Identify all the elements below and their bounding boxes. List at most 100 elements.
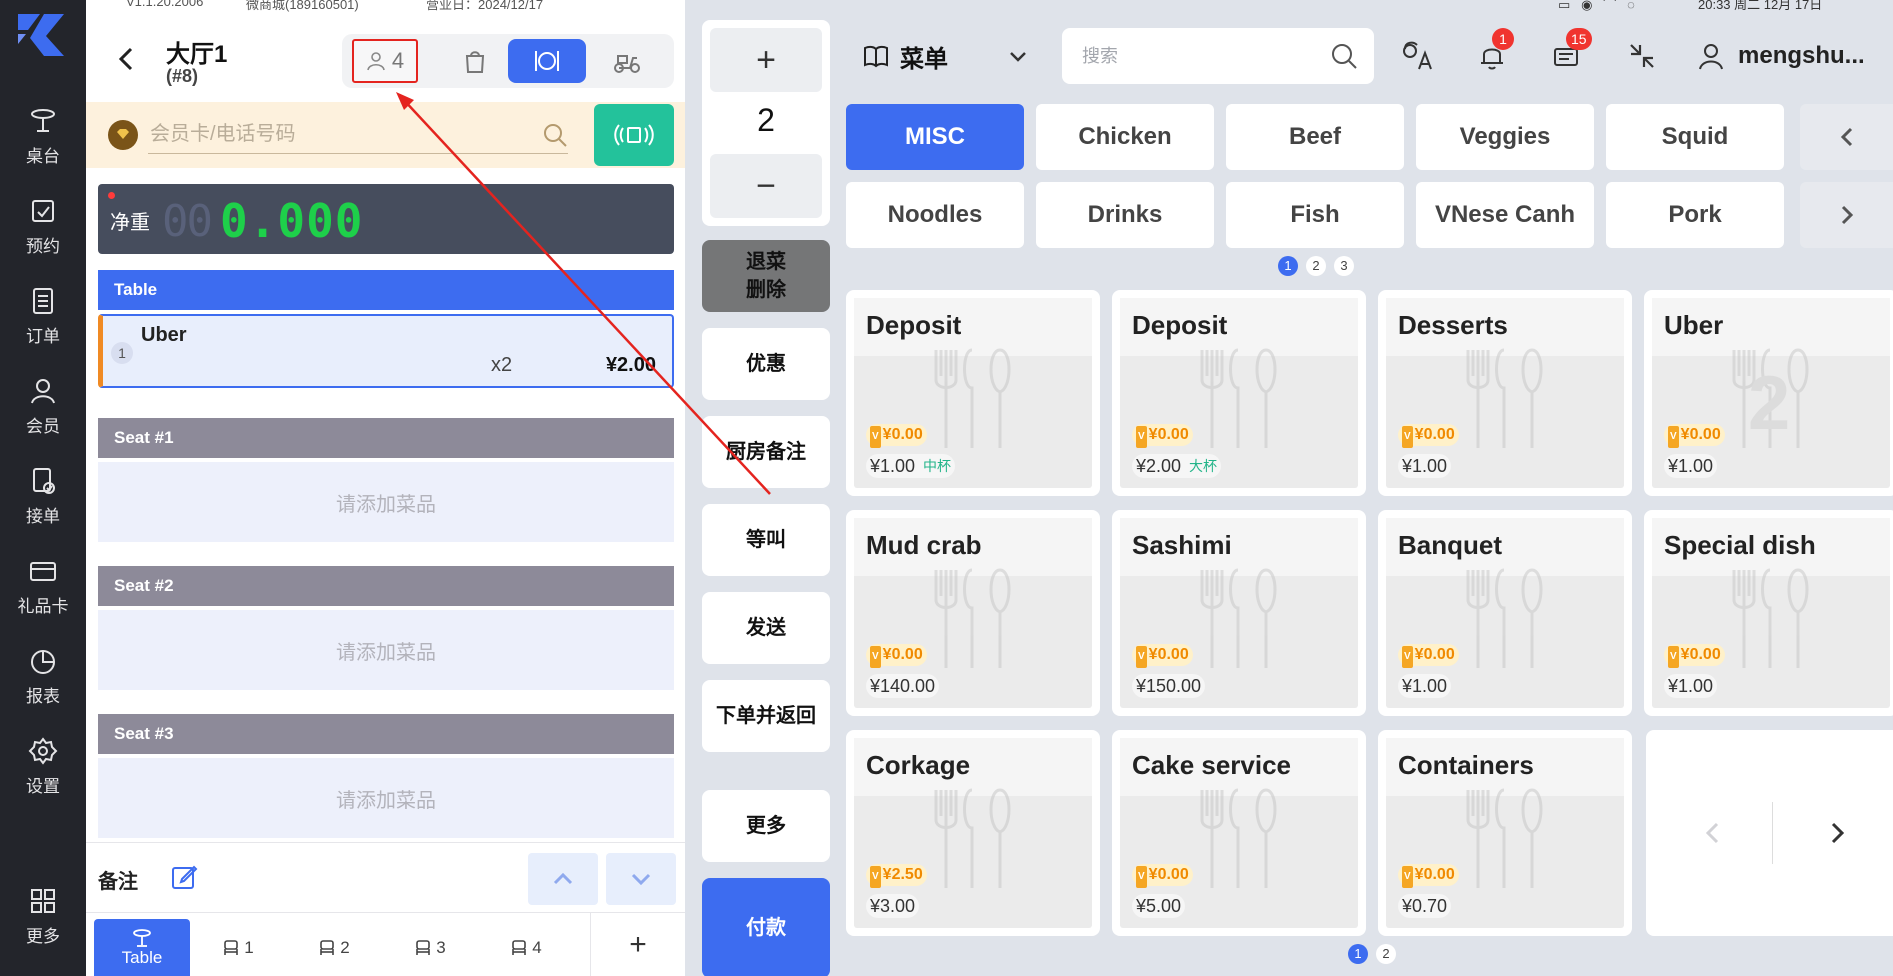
quantity-decrease-button[interactable]: − xyxy=(710,154,822,218)
delete-label: 删除 xyxy=(746,279,786,301)
category-pork[interactable]: Pork xyxy=(1606,182,1784,248)
seat-3-header[interactable]: Seat #3 xyxy=(98,714,674,754)
app-logo xyxy=(18,14,64,56)
dish-card[interactable]: Corkage V ¥2.50 ¥3.00 xyxy=(846,730,1100,936)
category-fish[interactable]: Fish xyxy=(1226,182,1404,248)
dish-page-dot[interactable]: 1 xyxy=(1348,944,1368,964)
gear-icon xyxy=(28,736,58,765)
member-card-phone-input[interactable] xyxy=(148,116,568,154)
category-veggies[interactable]: Veggies xyxy=(1416,104,1594,170)
quantity-increase-button[interactable]: + xyxy=(710,28,822,92)
category-misc[interactable]: MISC xyxy=(846,104,1024,170)
category-page-dot[interactable]: 2 xyxy=(1306,256,1326,276)
category-drinks[interactable]: Drinks xyxy=(1036,182,1214,248)
discount-button[interactable]: 优惠 xyxy=(702,328,830,400)
sidebar-item-gift-card[interactable]: 礼品卡 xyxy=(0,546,86,626)
dish-price: ¥1.00 中杯 xyxy=(866,454,956,478)
dish-page-dot[interactable]: 2 xyxy=(1376,944,1396,964)
seat-3-empty[interactable]: 请添加菜品 xyxy=(98,758,674,838)
kitchen-note-button[interactable]: 厨房备注 xyxy=(702,416,830,488)
category-beef[interactable]: Beef xyxy=(1226,104,1404,170)
sidebar-item-reservations[interactable]: 预约 xyxy=(0,186,86,266)
menu-selector[interactable]: 菜单 xyxy=(862,38,948,74)
delivery-mode-button[interactable] xyxy=(588,39,666,83)
sidebar-item-members[interactable]: 会员 xyxy=(0,366,86,446)
sidebar-item-reports[interactable]: 报表 xyxy=(0,636,86,716)
seat-tab-2[interactable]: 2 xyxy=(286,919,382,976)
ordered-count: 2 xyxy=(1748,361,1791,446)
seat-tab-3[interactable]: 3 xyxy=(382,919,478,976)
nfc-card-reader-button[interactable] xyxy=(594,104,674,166)
dish-name: Deposit xyxy=(1132,310,1228,340)
seat-tab-4[interactable]: 4 xyxy=(478,919,574,976)
more-button[interactable]: 更多 xyxy=(702,790,830,862)
edit-icon[interactable] xyxy=(170,863,198,891)
sidebar-item-orders[interactable]: 订单 xyxy=(0,276,86,356)
category-prev-button[interactable] xyxy=(1800,104,1893,170)
notifications-button[interactable]: 1 xyxy=(1472,28,1514,76)
sidebar-item-settings[interactable]: 设置 xyxy=(0,726,86,806)
order-and-return-button[interactable]: 下单并返回 xyxy=(702,680,830,752)
seat-chair-icon xyxy=(320,940,335,955)
category-page-dot[interactable]: 1 xyxy=(1278,256,1298,276)
seat-1-empty[interactable]: 请添加菜品 xyxy=(98,462,674,542)
chevron-down-icon[interactable] xyxy=(1006,44,1030,68)
category-page-dot[interactable]: 3 xyxy=(1334,256,1354,276)
dish-card[interactable]: Deposit V ¥0.00 ¥1.00 中杯 xyxy=(846,290,1100,496)
return-delete-button[interactable]: 退菜 删除 xyxy=(702,240,830,312)
dish-card[interactable]: Cake service V ¥0.00 ¥5.00 xyxy=(1112,730,1366,936)
vip-price-icon: V xyxy=(1668,646,1679,668)
seat-2-empty[interactable]: 请添加菜品 xyxy=(98,610,674,690)
order-line-item[interactable]: 1 Uber x2 ¥2.00 xyxy=(98,314,674,388)
dish-card[interactable]: Mud crab V ¥0.00 ¥140.00 xyxy=(846,510,1100,716)
sidebar-item-tables[interactable]: 桌台 xyxy=(0,96,86,176)
dish-name: Containers xyxy=(1398,750,1534,780)
dish-card[interactable]: Desserts V ¥0.00 ¥1.00 xyxy=(1378,290,1632,496)
dish-card[interactable]: Uber V ¥0.00 ¥1.00 2 xyxy=(1644,290,1893,496)
takeaway-mode-button[interactable] xyxy=(436,39,514,83)
add-seat-button[interactable]: + xyxy=(590,913,685,976)
table-section-header[interactable]: Table xyxy=(98,270,674,310)
category-vnese-canh[interactable]: VNese Canh xyxy=(1416,182,1594,248)
scale-display: 净重 00 0.000 xyxy=(98,184,674,254)
dish-name: Uber xyxy=(1664,310,1724,340)
scroll-up-button[interactable] xyxy=(528,853,598,905)
category-squid[interactable]: Squid xyxy=(1606,104,1784,170)
user-menu[interactable]: mengshu... xyxy=(1696,36,1865,76)
category-chicken[interactable]: Chicken xyxy=(1036,104,1214,170)
exit-fullscreen-button[interactable] xyxy=(1622,36,1662,76)
category-noodles[interactable]: Noodles xyxy=(846,182,1024,248)
seat-tab-table[interactable]: Table xyxy=(94,919,190,976)
back-arrow-icon[interactable] xyxy=(112,44,142,74)
member-price-value: ¥0.00 xyxy=(1414,866,1455,883)
dish-search-input[interactable] xyxy=(1082,40,1322,72)
dish-card[interactable]: Containers V ¥0.00 ¥0.70 xyxy=(1378,730,1632,936)
guest-count-button[interactable]: 4 xyxy=(352,39,418,83)
sidebar-item-more[interactable]: 更多 xyxy=(0,876,86,956)
dish-search xyxy=(1062,28,1374,84)
dish-card[interactable]: Deposit V ¥0.00 ¥2.00 大杯 xyxy=(1112,290,1366,496)
dine-in-mode-button[interactable] xyxy=(508,39,586,83)
seat-tab-1[interactable]: 1 xyxy=(190,919,286,976)
search-icon[interactable] xyxy=(1330,42,1358,70)
chevron-left-icon[interactable] xyxy=(1698,818,1728,848)
dish-card[interactable]: Special dish V ¥0.00 ¥1.00 xyxy=(1644,510,1893,716)
wait-call-button[interactable]: 等叫 xyxy=(702,504,830,576)
seat-2-header[interactable]: Seat #2 xyxy=(98,566,674,606)
remark-bar: 备注 xyxy=(86,842,685,912)
online-orders-button[interactable]: 15 xyxy=(1546,28,1592,76)
seat-1-header[interactable]: Seat #1 xyxy=(98,418,674,458)
dish-price-value: ¥2.00 xyxy=(1136,456,1182,476)
dish-card[interactable]: Sashimi V ¥0.00 ¥150.00 xyxy=(1112,510,1366,716)
category-next-button[interactable] xyxy=(1800,182,1893,248)
menu-area: ▭ ◉ ⌒ ◌ 20:33 周二 12月 17日 菜单 1 15 mengshu… xyxy=(836,0,1893,976)
dish-card[interactable]: Banquet V ¥0.00 ¥1.00 xyxy=(1378,510,1632,716)
sidebar-item-receive-orders[interactable]: 接单 xyxy=(0,456,86,536)
chevron-right-icon[interactable] xyxy=(1822,818,1852,848)
scroll-down-button[interactable] xyxy=(606,853,676,905)
language-button[interactable] xyxy=(1398,36,1438,76)
seat-tabs: Table 1 2 3 4 + xyxy=(86,912,685,976)
send-button[interactable]: 发送 xyxy=(702,592,830,664)
pay-button[interactable]: 付款 xyxy=(702,878,830,976)
search-icon[interactable] xyxy=(542,122,568,148)
